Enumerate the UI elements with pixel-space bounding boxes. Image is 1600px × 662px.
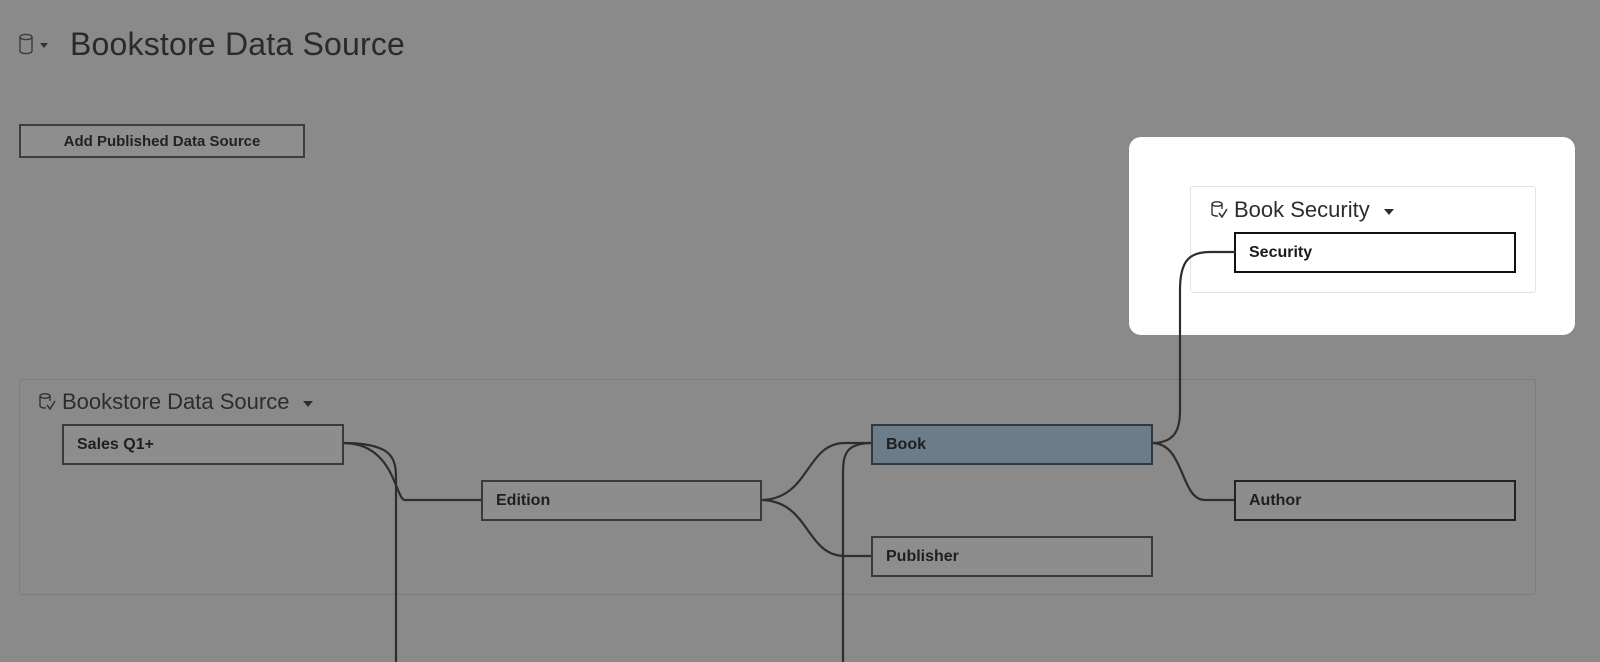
- table-publisher[interactable]: Publisher: [871, 536, 1153, 577]
- bookstore-panel-title: Bookstore Data Source: [62, 389, 290, 414]
- page-title: Bookstore Data Source: [70, 25, 406, 62]
- book-security-title: Book Security: [1234, 197, 1370, 222]
- table-security[interactable]: Security: [1234, 232, 1516, 273]
- bookstore-panel-header[interactable]: Bookstore Data Source: [38, 388, 314, 416]
- table-sales-q1[interactable]: Sales Q1+: [62, 424, 344, 465]
- published-datasource-icon: [38, 391, 56, 413]
- add-published-data-source-button[interactable]: Add Published Data Source: [19, 124, 305, 158]
- database-icon[interactable]: [18, 32, 34, 56]
- page-header: Bookstore Data Source: [18, 22, 405, 66]
- chevron-down-icon[interactable]: [40, 42, 48, 48]
- table-book[interactable]: Book: [871, 424, 1153, 465]
- published-datasource-icon: [1210, 199, 1228, 221]
- table-edition[interactable]: Edition: [481, 480, 762, 521]
- book-security-panel-header[interactable]: Book Security: [1210, 196, 1394, 224]
- table-author[interactable]: Author: [1234, 480, 1516, 521]
- chevron-down-icon[interactable]: [1383, 208, 1394, 215]
- chevron-down-icon[interactable]: [303, 400, 314, 407]
